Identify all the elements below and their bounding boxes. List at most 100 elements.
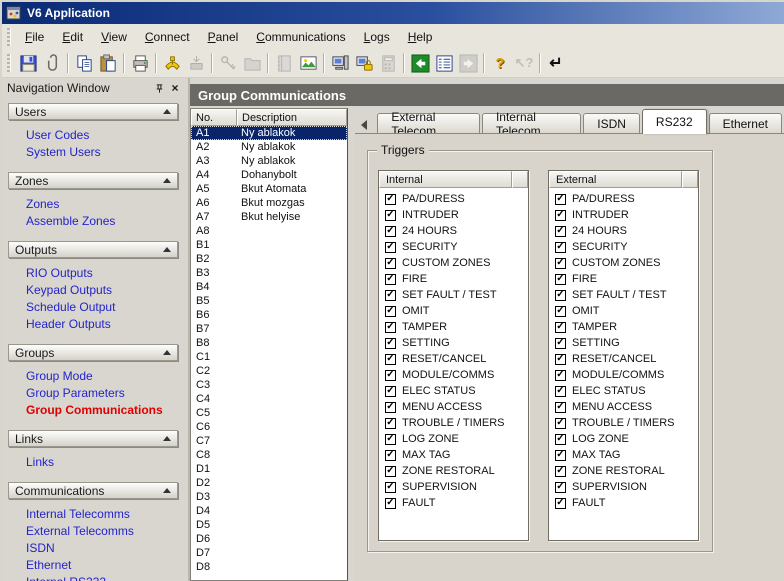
nav-section-groups[interactable]: Groups [8,344,178,361]
table-row[interactable]: A2Ny ablakok [191,140,347,154]
trigger-item-elec-status[interactable]: ✓ELEC STATUS [549,383,698,399]
table-row[interactable]: A7Bkut helyise [191,210,347,224]
table-row[interactable]: A3Ny ablakok [191,154,347,168]
connect-phone-icon[interactable] [160,51,184,75]
checkbox-checked-icon[interactable]: ✓ [385,322,396,333]
collapse-arrow-icon[interactable] [163,436,171,441]
trigger-item-tamper[interactable]: ✓TAMPER [549,319,698,335]
panel-computer-icon[interactable] [328,51,352,75]
tab-isdn[interactable]: ISDN [583,113,640,134]
trigger-item-setting[interactable]: ✓SETTING [379,335,528,351]
checkbox-checked-icon[interactable]: ✓ [555,482,566,493]
table-row[interactable]: C6 [191,420,347,434]
splitter-handle[interactable] [348,108,355,581]
attach-icon[interactable] [40,51,64,75]
nav-item-rio-outputs[interactable]: RIO Outputs [8,264,182,281]
checkbox-checked-icon[interactable]: ✓ [385,498,396,509]
nav-item-links[interactable]: Links [8,453,182,470]
nav-section-links[interactable]: Links [8,430,178,447]
nav-section-communications[interactable]: Communications [8,482,178,499]
checkbox-checked-icon[interactable]: ✓ [385,354,396,365]
table-row[interactable]: C7 [191,434,347,448]
nav-item-assemble-zones[interactable]: Assemble Zones [8,212,182,229]
table-row[interactable]: C4 [191,392,347,406]
table-row[interactable]: B7 [191,322,347,336]
trigger-item-intruder[interactable]: ✓INTRUDER [549,207,698,223]
checkbox-checked-icon[interactable]: ✓ [385,210,396,221]
trigger-item-module-comms[interactable]: ✓MODULE/COMMS [549,367,698,383]
trigger-item-menu-access[interactable]: ✓MENU ACCESS [549,399,698,415]
checkbox-checked-icon[interactable]: ✓ [555,418,566,429]
column-header-description[interactable]: Description [237,109,347,126]
trigger-item-fire[interactable]: ✓FIRE [549,271,698,287]
table-row[interactable]: A8 [191,224,347,238]
checkbox-checked-icon[interactable]: ✓ [385,466,396,477]
table-row[interactable]: D8 [191,560,347,574]
checkbox-checked-icon[interactable]: ✓ [555,322,566,333]
trigger-item-fire[interactable]: ✓FIRE [379,271,528,287]
table-row[interactable]: B5 [191,294,347,308]
image-icon[interactable] [296,51,320,75]
tab-external-telecom[interactable]: External Telecom [377,113,480,134]
nav-item-internal-rs232[interactable]: Internal RS232 [8,573,182,581]
table-row[interactable]: C3 [191,378,347,392]
trigger-item-elec-status[interactable]: ✓ELEC STATUS [379,383,528,399]
trigger-item-reset-cancel[interactable]: ✓RESET/CANCEL [549,351,698,367]
paste-icon[interactable] [96,51,120,75]
table-row[interactable]: D3 [191,490,347,504]
checkbox-checked-icon[interactable]: ✓ [555,306,566,317]
checkbox-checked-icon[interactable]: ✓ [385,226,396,237]
table-row[interactable]: D4 [191,504,347,518]
checkbox-checked-icon[interactable]: ✓ [555,450,566,461]
table-row[interactable]: D5 [191,518,347,532]
checkbox-checked-icon[interactable]: ✓ [385,450,396,461]
nav-item-keypad-outputs[interactable]: Keypad Outputs [8,281,182,298]
table-row[interactable]: B4 [191,280,347,294]
checkbox-checked-icon[interactable]: ✓ [555,370,566,381]
checkbox-checked-icon[interactable]: ✓ [555,290,566,301]
table-row[interactable]: A4Dohanybolt [191,168,347,182]
table-row[interactable]: C5 [191,406,347,420]
column-header-no[interactable]: No. [191,109,237,126]
nav-item-zones[interactable]: Zones [8,195,182,212]
menu-connect[interactable]: Connect [136,27,199,47]
checkbox-checked-icon[interactable]: ✓ [385,306,396,317]
nav-item-ethernet[interactable]: Ethernet [8,556,182,573]
list-header-external[interactable]: External [549,171,682,188]
trigger-item-security[interactable]: ✓SECURITY [379,239,528,255]
tab-rs232[interactable]: RS232 [642,109,707,134]
trigger-item-log-zone[interactable]: ✓LOG ZONE [549,431,698,447]
trigger-item-max-tag[interactable]: ✓MAX TAG [379,447,528,463]
table-row[interactable]: C8 [191,448,347,462]
table-row[interactable]: D1 [191,462,347,476]
trigger-item-custom-zones[interactable]: ✓CUSTOM ZONES [379,255,528,271]
trigger-item-pa-duress[interactable]: ✓PA/DURESS [549,191,698,207]
trigger-item-trouble-timers[interactable]: ✓TROUBLE / TIMERS [379,415,528,431]
checkbox-checked-icon[interactable]: ✓ [385,386,396,397]
trigger-item-zone-restoral[interactable]: ✓ZONE RESTORAL [379,463,528,479]
trigger-item-24-hours[interactable]: ✓24 HOURS [549,223,698,239]
table-row[interactable]: C1 [191,350,347,364]
trigger-item-omit[interactable]: ✓OMIT [379,303,528,319]
menu-view[interactable]: View [92,27,136,47]
pin-icon[interactable] [151,81,167,96]
table-row[interactable]: B6 [191,308,347,322]
collapse-arrow-icon[interactable] [163,350,171,355]
checkbox-checked-icon[interactable]: ✓ [385,290,396,301]
checkbox-checked-icon[interactable]: ✓ [555,498,566,509]
table-row[interactable]: B3 [191,266,347,280]
checkbox-checked-icon[interactable]: ✓ [555,386,566,397]
menu-panel[interactable]: Panel [199,27,248,47]
table-row[interactable]: A6Bkut mozgas [191,196,347,210]
checkbox-checked-icon[interactable]: ✓ [555,210,566,221]
checkbox-checked-icon[interactable]: ✓ [385,274,396,285]
checkbox-checked-icon[interactable]: ✓ [555,338,566,349]
table-row[interactable]: C2 [191,364,347,378]
tab-internal-telecom[interactable]: Internal Telecom [482,113,581,134]
checkbox-checked-icon[interactable]: ✓ [555,402,566,413]
tab-scroll-left-icon[interactable] [358,116,369,134]
checkbox-checked-icon[interactable]: ✓ [555,226,566,237]
save-icon[interactable] [16,51,40,75]
collapse-arrow-icon[interactable] [163,109,171,114]
menubar-grip-handle[interactable] [7,28,11,46]
